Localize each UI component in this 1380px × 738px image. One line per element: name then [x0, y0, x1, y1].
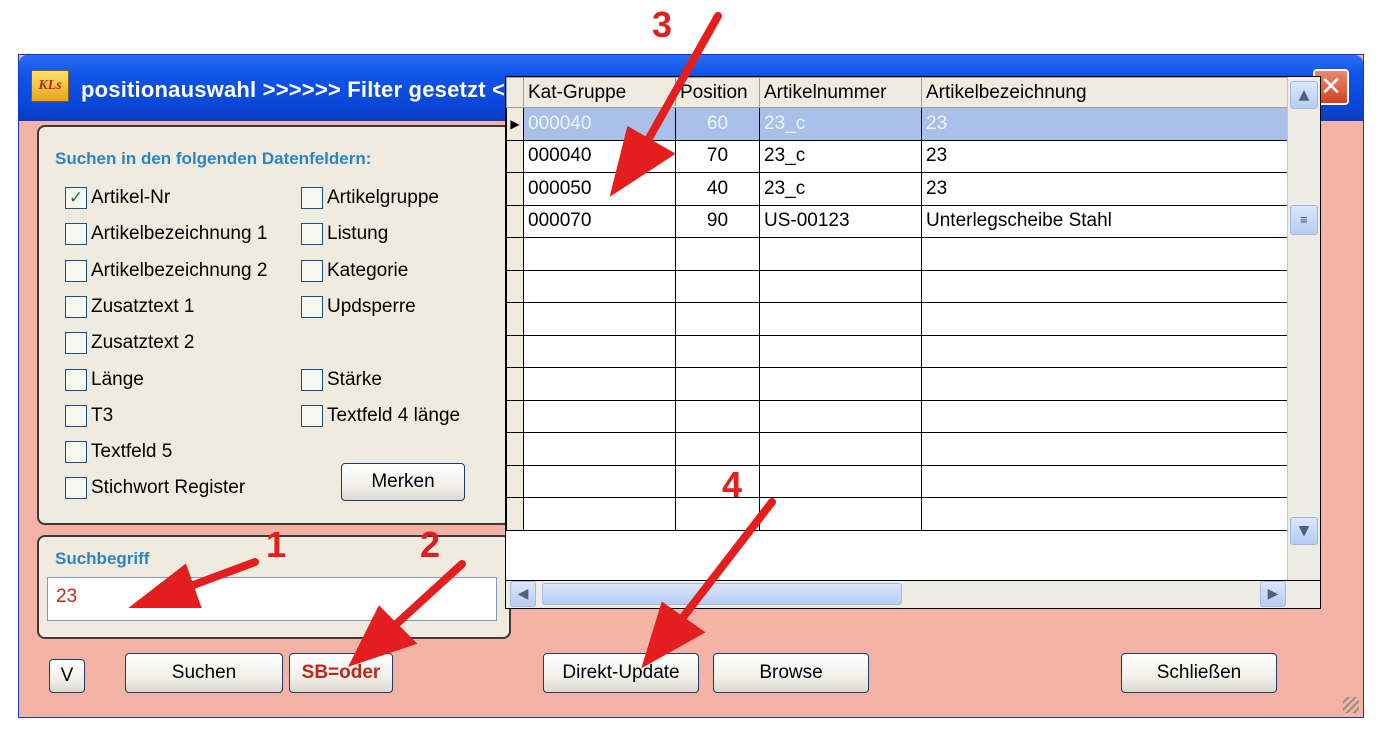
- annotation-2: 2: [420, 524, 441, 565]
- arrow-3-head: [609, 125, 676, 197]
- arrow-2: [388, 560, 466, 632]
- annotation-1: 1: [266, 524, 287, 565]
- arrow-4: [680, 498, 776, 620]
- annotation-3: 3: [652, 4, 673, 45]
- annotation-4: 4: [722, 464, 743, 505]
- annotation-arrows: [128, 12, 776, 669]
- arrow-4-head: [641, 601, 706, 669]
- arrow-1-head: [128, 563, 202, 608]
